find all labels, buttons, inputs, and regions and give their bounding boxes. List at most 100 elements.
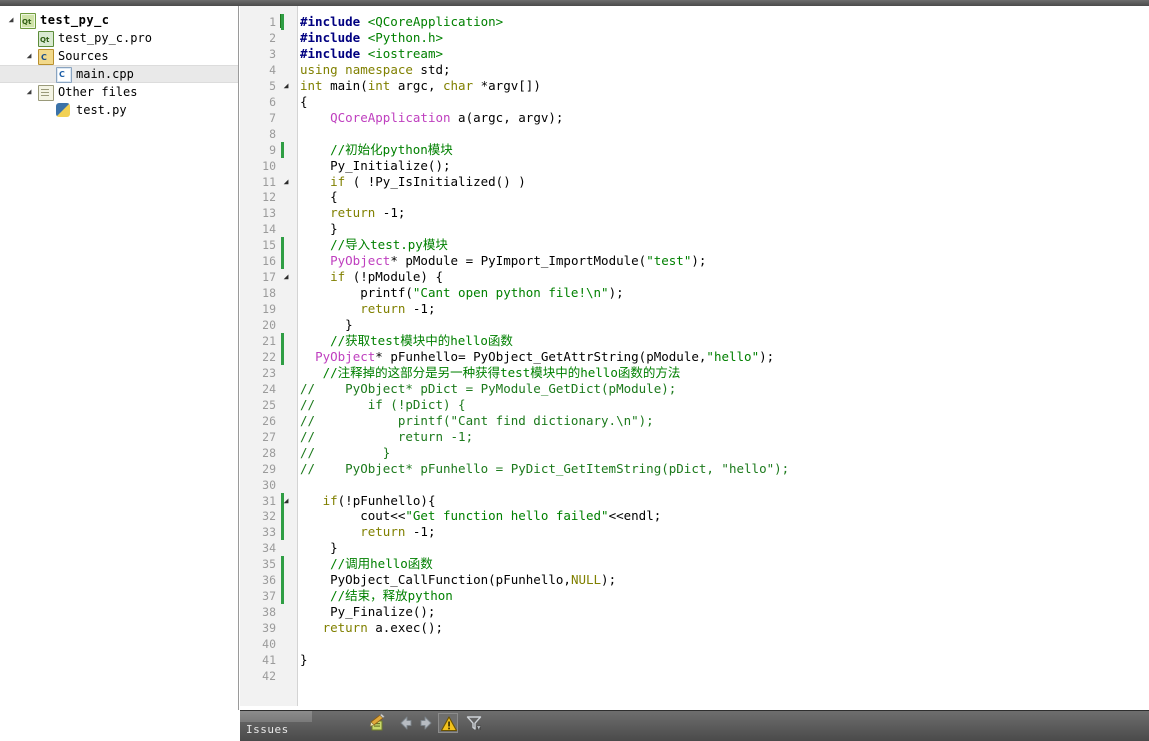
code-line[interactable]: return -1; (300, 301, 435, 317)
line-number: 10 (262, 158, 276, 173)
sidebar-item-test-py-c[interactable]: ◢ test_py_c (0, 11, 238, 31)
expand-collapse-arrow-icon[interactable]: ◢ (24, 47, 34, 65)
code-line[interactable]: #include <Python.h> (300, 30, 443, 46)
line-number: 24 (262, 381, 276, 396)
editor-code-area[interactable]: 1 #include <QCoreApplication> 2 #include <P… (240, 6, 1149, 710)
code-editor[interactable]: 1 #include <QCoreApplication> 2 #include <P… (240, 6, 1149, 710)
code-line[interactable]: printf("Cant open python file!\n"); (300, 285, 623, 301)
code-line[interactable]: // return -1; (300, 429, 473, 445)
change-marker (281, 141, 284, 158)
code-line[interactable]: PyObject_CallFunction(pFunhello,NULL); (300, 572, 616, 588)
code-token: <QCoreApplication> (367, 14, 504, 29)
sidebar-item-test-py[interactable]: test.py (0, 101, 238, 119)
show-warnings-button[interactable] (438, 713, 458, 733)
code-token: int (300, 77, 323, 93)
line-number: 26 (262, 413, 276, 428)
line-number: 11 (262, 174, 276, 189)
code-line[interactable]: #include <QCoreApplication> (300, 14, 503, 30)
code-line[interactable]: if (!pModule) { (300, 269, 443, 285)
expand-collapse-arrow-icon[interactable]: ◢ (6, 11, 16, 29)
code-line[interactable]: using namespace std; (300, 62, 451, 78)
sidebar-item-label: main.cpp (76, 67, 134, 81)
code-line[interactable]: // if (!pDict) { (300, 397, 466, 413)
line-number: 2 (269, 30, 276, 45)
code-line[interactable]: //获取test模块中的hello函数 (300, 333, 513, 349)
code-line[interactable]: //结束，释放python (300, 588, 453, 604)
code-line[interactable]: if ( !Py_IsInitialized() ) (300, 174, 526, 190)
change-marker (281, 508, 284, 525)
code-fold-marker[interactable]: ◢ (280, 78, 292, 94)
change-marker (281, 524, 284, 541)
code-line[interactable]: // printf("Cant find dictionary.\n"); (300, 413, 654, 429)
code-token: (!pFunhello){ (337, 492, 436, 508)
issues-label[interactable]: Issues (246, 723, 289, 736)
line-number: 35 (262, 557, 276, 572)
line-number: 28 (262, 445, 276, 460)
next-item-button[interactable] (416, 713, 436, 733)
code-line[interactable]: return -1; (300, 205, 405, 221)
change-marker (281, 14, 284, 30)
previous-item-button[interactable] (396, 713, 416, 733)
code-line[interactable]: } (300, 221, 338, 237)
code-fold-marker[interactable]: ◢ (280, 174, 292, 190)
line-number: 25 (262, 397, 276, 412)
code-line[interactable]: int main(int argc, char *argv[]) (300, 78, 541, 94)
code-line[interactable]: //初始化python模块 (300, 142, 453, 158)
code-token: "Get function hello failed" (405, 508, 609, 524)
sidebar-item-main-cpp[interactable]: main.cpp (0, 65, 238, 83)
code-line[interactable]: PyObject* pModule = PyImport_ImportModul… (300, 253, 706, 269)
code-line[interactable]: QCoreApplication a(argc, argv); (300, 110, 563, 126)
code-line[interactable]: cout<<"Get function hello failed"<<endl; (300, 508, 661, 524)
code-token: if (330, 269, 346, 285)
code-line[interactable]: if(!pFunhello){ (300, 492, 436, 509)
code-line[interactable]: } (300, 317, 353, 333)
edit-filter-icon-button[interactable] (368, 713, 388, 733)
line-number: 33 (262, 525, 276, 540)
code-token: "Cant open python file!\n" (412, 285, 609, 301)
code-fold-marker[interactable]: ◢ (280, 493, 292, 509)
sidebar-item-label: test.py (76, 103, 127, 117)
code-line[interactable]: return -1; (300, 524, 435, 540)
code-token: // printf("Cant find dictionary.\n"); (300, 412, 654, 428)
code-line[interactable]: { (300, 189, 338, 205)
sidebar-item-other-files[interactable]: ◢ Other files (0, 83, 238, 101)
text-cursor (280, 14, 281, 28)
line-number: 21 (262, 334, 276, 348)
line-number: 29 (262, 461, 276, 476)
code-token: //结束，释放python (300, 588, 453, 604)
sidebar-item-test-py-c-pro[interactable]: test_py_c.pro (0, 29, 238, 49)
code-token: return (360, 301, 406, 317)
code-line[interactable]: //调用hello函数 (300, 556, 433, 572)
code-line[interactable]: } (300, 652, 308, 668)
change-marker (281, 333, 284, 349)
code-line[interactable]: Py_Finalize(); (300, 604, 435, 620)
code-line[interactable]: } (300, 540, 338, 556)
code-line[interactable]: //导入test.py模块 (300, 237, 448, 253)
code-line[interactable]: Py_Initialize(); (300, 157, 451, 174)
sidebar-item-sources[interactable]: ◢ Sources (0, 47, 238, 67)
code-line[interactable]: { (300, 94, 308, 110)
code-line[interactable]: #include <iostream> (300, 46, 443, 62)
code-line[interactable]: // } (300, 445, 390, 461)
code-token: // } (300, 444, 391, 460)
code-token: } (300, 317, 353, 333)
code-line[interactable]: //注释掉的这部分是另一种获得test模块中的hello函数的方法 (300, 365, 681, 381)
code-line[interactable]: // PyObject* pFunhello = PyDict_GetItemS… (300, 461, 789, 477)
code-token: cout<< (300, 508, 406, 524)
code-token: Py_Initialize(); (300, 157, 451, 173)
filter-button[interactable] (464, 713, 484, 733)
arrow-left-icon (400, 716, 412, 730)
line-number: 38 (262, 605, 276, 620)
code-fold-marker[interactable]: ◢ (280, 269, 292, 285)
code-token: * pModule = PyImport_ImportModule( (390, 253, 647, 269)
code-line[interactable]: PyObject* pFunhello= PyObject_GetAttrStr… (300, 349, 774, 365)
code-line[interactable]: return a.exec(); (300, 620, 443, 636)
arrow-right-icon (420, 716, 432, 730)
code-token: if (322, 492, 338, 508)
code-line[interactable]: // PyObject* pDict = PyModule_GetDict(pM… (300, 381, 676, 397)
expand-collapse-arrow-icon[interactable]: ◢ (24, 83, 34, 101)
project-tree-panel[interactable]: ◢test_py_ctest_py_c.pro◢Sourcesmain.cpp ◢… (0, 6, 239, 740)
